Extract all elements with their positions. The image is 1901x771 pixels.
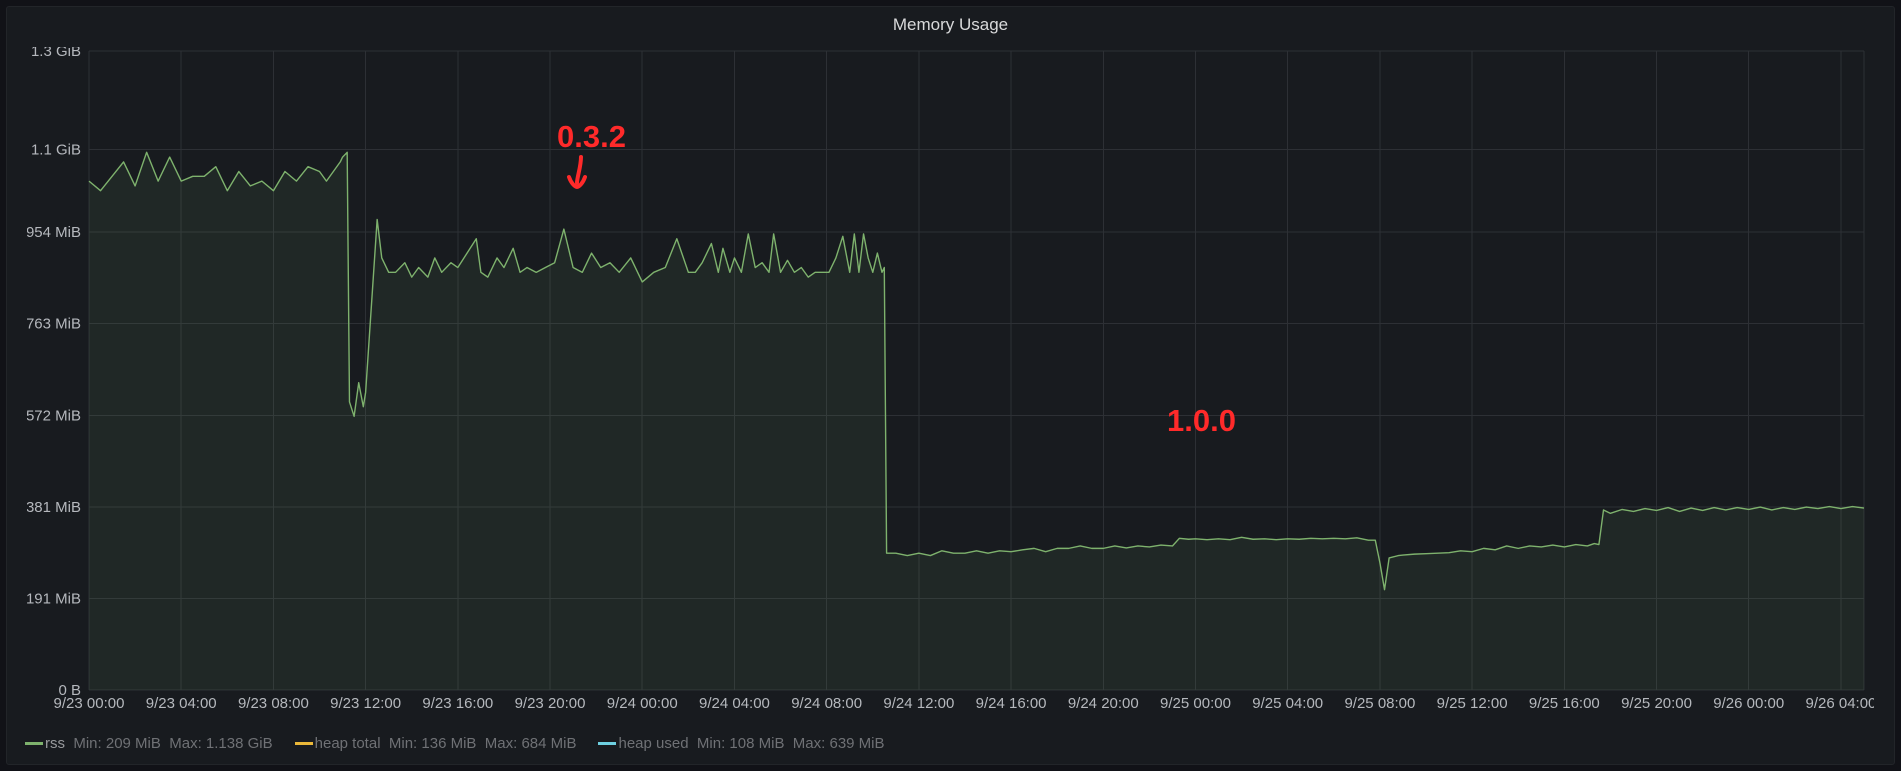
legend-series-name: heap used	[618, 735, 688, 752]
svg-text:9/23 20:00: 9/23 20:00	[515, 695, 586, 712]
svg-text:9/26 00:00: 9/26 00:00	[1713, 695, 1784, 712]
svg-text:9/24 12:00: 9/24 12:00	[883, 695, 954, 712]
svg-text:1.1 GiB: 1.1 GiB	[31, 141, 81, 158]
svg-text:9/24 00:00: 9/24 00:00	[607, 695, 678, 712]
svg-text:9/23 04:00: 9/23 04:00	[146, 695, 217, 712]
chart-svg[interactable]: 0 B191 MiB381 MiB572 MiB763 MiB954 MiB1.…	[27, 47, 1874, 716]
svg-text:9/25 16:00: 9/25 16:00	[1529, 695, 1600, 712]
legend-swatch-icon	[598, 742, 616, 745]
chart-panel: Memory Usage 0 B191 MiB381 MiB572 MiB763…	[6, 6, 1895, 765]
svg-text:9/23 00:00: 9/23 00:00	[54, 695, 125, 712]
legend-swatch-icon	[295, 742, 313, 745]
panel-title: Memory Usage	[7, 7, 1894, 35]
svg-text:191 MiB: 191 MiB	[27, 590, 81, 607]
svg-text:9/25 12:00: 9/25 12:00	[1437, 695, 1508, 712]
plot-area[interactable]: 0 B191 MiB381 MiB572 MiB763 MiB954 MiB1.…	[27, 47, 1874, 716]
legend-item-rss[interactable]: rss Min: 209 MiB Max: 1.138 GiB	[25, 735, 273, 752]
svg-text:9/24 04:00: 9/24 04:00	[699, 695, 770, 712]
legend-series-name: heap total	[315, 735, 381, 752]
svg-text:9/25 20:00: 9/25 20:00	[1621, 695, 1692, 712]
svg-text:763 MiB: 763 MiB	[27, 316, 81, 333]
svg-text:9/23 12:00: 9/23 12:00	[330, 695, 401, 712]
svg-text:9/24 16:00: 9/24 16:00	[976, 695, 1047, 712]
svg-text:9/24 20:00: 9/24 20:00	[1068, 695, 1139, 712]
svg-text:9/25 00:00: 9/25 00:00	[1160, 695, 1231, 712]
svg-text:9/23 08:00: 9/23 08:00	[238, 695, 309, 712]
legend-swatch-icon	[25, 742, 43, 745]
svg-text:1.3 GiB: 1.3 GiB	[31, 47, 81, 60]
svg-text:954 MiB: 954 MiB	[27, 224, 81, 241]
svg-text:9/25 08:00: 9/25 08:00	[1344, 695, 1415, 712]
legend: rss Min: 209 MiB Max: 1.138 GiB heap tot…	[25, 735, 899, 752]
legend-item-heap-used[interactable]: heap used Min: 108 MiB Max: 639 MiB	[598, 735, 884, 752]
legend-item-heap-total[interactable]: heap total Min: 136 MiB Max: 684 MiB	[295, 735, 577, 752]
legend-series-name: rss	[45, 735, 65, 752]
svg-text:381 MiB: 381 MiB	[27, 499, 81, 516]
svg-text:9/23 16:00: 9/23 16:00	[422, 695, 493, 712]
svg-text:572 MiB: 572 MiB	[27, 407, 81, 424]
svg-text:9/25 04:00: 9/25 04:00	[1252, 695, 1323, 712]
svg-text:9/24 08:00: 9/24 08:00	[791, 695, 862, 712]
svg-text:9/26 04:00: 9/26 04:00	[1805, 695, 1874, 712]
